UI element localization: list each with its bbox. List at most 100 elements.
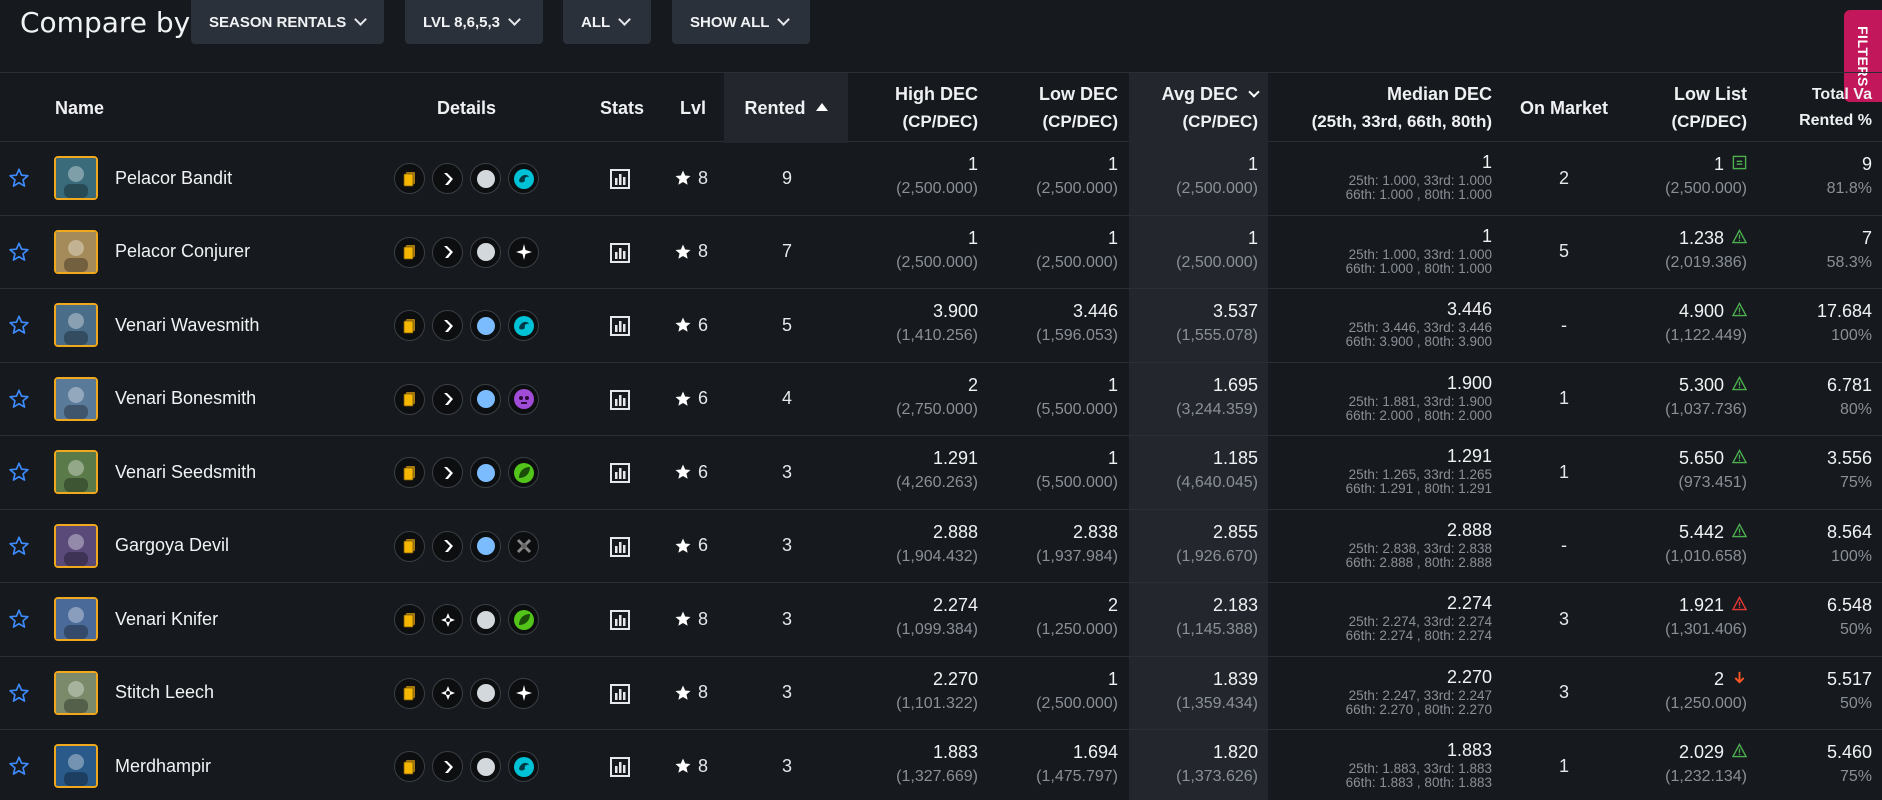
low-dec-sub: (1,596.053) xyxy=(1036,327,1118,344)
table-row[interactable]: Pelacor Bandit 8 9 1 (2,500.000) 1 (2,50… xyxy=(0,142,1882,216)
favorite-star-icon[interactable] xyxy=(8,755,30,777)
low-list-sub: (1,037.736) xyxy=(1665,400,1747,418)
card-name[interactable]: Gargoya Devil xyxy=(115,510,229,583)
col-details[interactable]: Details xyxy=(437,73,496,143)
col-total-value-label: Total Va xyxy=(1811,86,1872,103)
col-stats[interactable]: Stats xyxy=(600,73,644,143)
table-row[interactable]: Pelacor Conjurer 8 7 1 (2,500.000) 1 (2,… xyxy=(0,216,1882,289)
low-list-warn-green-icon xyxy=(1732,373,1747,397)
col-low-list[interactable]: Low List (CP/DEC) xyxy=(1626,73,1747,143)
rented-percent: 80% xyxy=(1839,400,1872,418)
card-name[interactable]: Pelacor Bandit xyxy=(115,142,232,215)
col-total-value[interactable]: Total Va Rented % xyxy=(1770,73,1872,143)
col-low-dec[interactable]: Low DEC (CP/DEC) xyxy=(1020,73,1118,143)
level-cell: 6 xyxy=(674,289,708,362)
col-rented[interactable]: Rented xyxy=(724,73,848,143)
rented-count: 4 xyxy=(781,388,792,409)
table-row[interactable]: Gargoya Devil 6 3 2.888 (1,904.432) 2.83… xyxy=(0,510,1882,583)
stats-chart-icon[interactable] xyxy=(609,389,631,411)
col-on-market[interactable]: On Market xyxy=(1504,73,1624,143)
low-list-cell[interactable]: 5.442 (1,010.658) xyxy=(1626,520,1747,570)
stats-chart-icon[interactable] xyxy=(609,168,631,190)
card-avatar[interactable] xyxy=(54,229,98,274)
low-list-cell[interactable]: 1.921 (1,301.406) xyxy=(1626,593,1747,643)
low-list-cell[interactable]: 1 (2,500.000) xyxy=(1626,152,1747,202)
level-value: 6 xyxy=(698,314,709,335)
stats-chart-icon[interactable] xyxy=(609,683,631,705)
stats-chart-icon[interactable] xyxy=(609,536,631,558)
card-name[interactable]: Venari Bonesmith xyxy=(115,363,256,436)
card-avatar[interactable] xyxy=(54,156,98,200)
low-list-cell[interactable]: 5.650 (973.451) xyxy=(1626,446,1747,496)
chevron-down-icon xyxy=(508,13,521,26)
low-list-cell[interactable]: 1.238 (2,019.386) xyxy=(1626,226,1747,276)
low-list-cell[interactable]: 2.029 (1,232.134) xyxy=(1626,740,1747,790)
favorite-star-icon[interactable] xyxy=(8,682,30,704)
card-name[interactable]: Stitch Leech xyxy=(115,657,214,730)
favorite-star-icon[interactable] xyxy=(8,535,30,557)
stats-chart-icon[interactable] xyxy=(609,756,631,778)
avg-dec-value: 1.185 xyxy=(1212,448,1258,468)
card-name[interactable]: Pelacor Conjurer xyxy=(115,216,250,289)
stats-chart-icon[interactable] xyxy=(609,462,631,484)
favorite-star-icon[interactable] xyxy=(8,167,30,189)
card-avatar[interactable] xyxy=(54,597,98,641)
card-avatar[interactable] xyxy=(54,523,98,568)
col-avg-dec[interactable]: Avg DEC (CP/DEC) xyxy=(1129,73,1268,143)
stats-chart-icon[interactable] xyxy=(609,242,631,264)
card-avatar[interactable] xyxy=(54,744,98,788)
median-dec-cell: 2.888 25th: 2.838, 33rd: 2.838 66th: 2.8… xyxy=(1290,518,1492,570)
col-median-dec-sub: (25th, 33rd, 66th, 80th) xyxy=(1311,112,1492,131)
favorite-star-icon[interactable] xyxy=(8,241,30,263)
rarity-common-icon xyxy=(470,163,501,194)
high-dec-value: 3.900 xyxy=(932,301,978,321)
table-row[interactable]: Venari Seedsmith 6 3 1.291 (4,260.263) 1… xyxy=(0,436,1882,510)
attack-melee-icon xyxy=(432,383,463,415)
level-star-icon xyxy=(675,170,691,185)
card-avatar[interactable] xyxy=(54,376,98,421)
col-median-dec[interactable]: Median DEC (25th, 33rd, 66th, 80th) xyxy=(1290,73,1492,143)
stats-chart-icon[interactable] xyxy=(609,315,631,337)
card-gold-icon xyxy=(394,383,425,415)
card-name[interactable]: Venari Seedsmith xyxy=(115,436,256,509)
card-avatar[interactable] xyxy=(54,670,98,715)
low-list-cell[interactable]: 4.900 (1,122.449) xyxy=(1626,299,1747,349)
median-dec-cell: 1 25th: 1.000, 33rd: 1.000 66th: 1.000 ,… xyxy=(1290,150,1492,202)
col-name[interactable]: Name xyxy=(55,73,104,143)
on-market-count: 3 xyxy=(1558,682,1569,703)
table-row[interactable]: Stitch Leech 8 3 2.270 (1,101.322) 1 (2,… xyxy=(0,657,1882,730)
col-lvl[interactable]: Lvl xyxy=(680,73,706,143)
low-dec-sub: (5,500.000) xyxy=(1036,474,1118,491)
card-name[interactable]: Venari Knifer xyxy=(115,583,218,656)
low-list-warn-green-icon xyxy=(1732,299,1747,323)
avg-dec-cell: 1 (2,500.000) xyxy=(1129,226,1258,276)
rarity-common-icon xyxy=(470,604,501,635)
season-rentals-dropdown[interactable]: SEASON RENTALS xyxy=(191,0,384,44)
card-name[interactable]: Merdhampir xyxy=(115,730,211,800)
show-all-dropdown[interactable]: SHOW ALL xyxy=(672,0,810,44)
rented-percent: 75% xyxy=(1839,474,1872,491)
favorite-star-icon[interactable] xyxy=(8,314,30,336)
table-row[interactable]: Venari Bonesmith 6 4 2 (2,750.000) 1 (5,… xyxy=(0,363,1882,436)
card-name[interactable]: Venari Wavesmith xyxy=(115,289,259,362)
stats-chart-icon[interactable] xyxy=(609,609,631,631)
favorite-star-icon[interactable] xyxy=(8,461,30,483)
level-dropdown[interactable]: LVL 8,6,5,3 xyxy=(405,0,543,44)
table-row[interactable]: Venari Wavesmith 6 5 3.900 (1,410.256) 3… xyxy=(0,289,1882,363)
all-dropdown[interactable]: ALL xyxy=(563,0,651,44)
level-label: LVL 8,6,5,3 xyxy=(423,13,500,31)
favorite-star-icon[interactable] xyxy=(8,388,30,410)
table-row[interactable]: Venari Knifer 8 3 2.274 (1,099.384) 2 (1… xyxy=(0,583,1882,657)
low-list-cell[interactable]: 5.300 (1,037.736) xyxy=(1626,373,1747,423)
table-row[interactable]: Merdhampir 8 3 1.883 (1,327.669) 1.694 (… xyxy=(0,730,1882,800)
card-avatar[interactable] xyxy=(54,450,98,494)
level-star-icon xyxy=(675,538,691,553)
median-dec-quantiles-2: 66th: 1.000 , 80th: 1.000 xyxy=(1345,187,1492,202)
low-list-cell[interactable]: 2 (1,250.000) xyxy=(1626,667,1747,717)
favorite-star-icon[interactable] xyxy=(8,608,30,630)
low-dec-sub: (5,500.000) xyxy=(1036,400,1118,418)
col-high-dec[interactable]: High DEC (CP/DEC) xyxy=(880,73,978,143)
low-list-sub: (2,500.000) xyxy=(1665,180,1747,197)
card-avatar[interactable] xyxy=(54,303,98,347)
level-star-icon xyxy=(675,685,691,700)
